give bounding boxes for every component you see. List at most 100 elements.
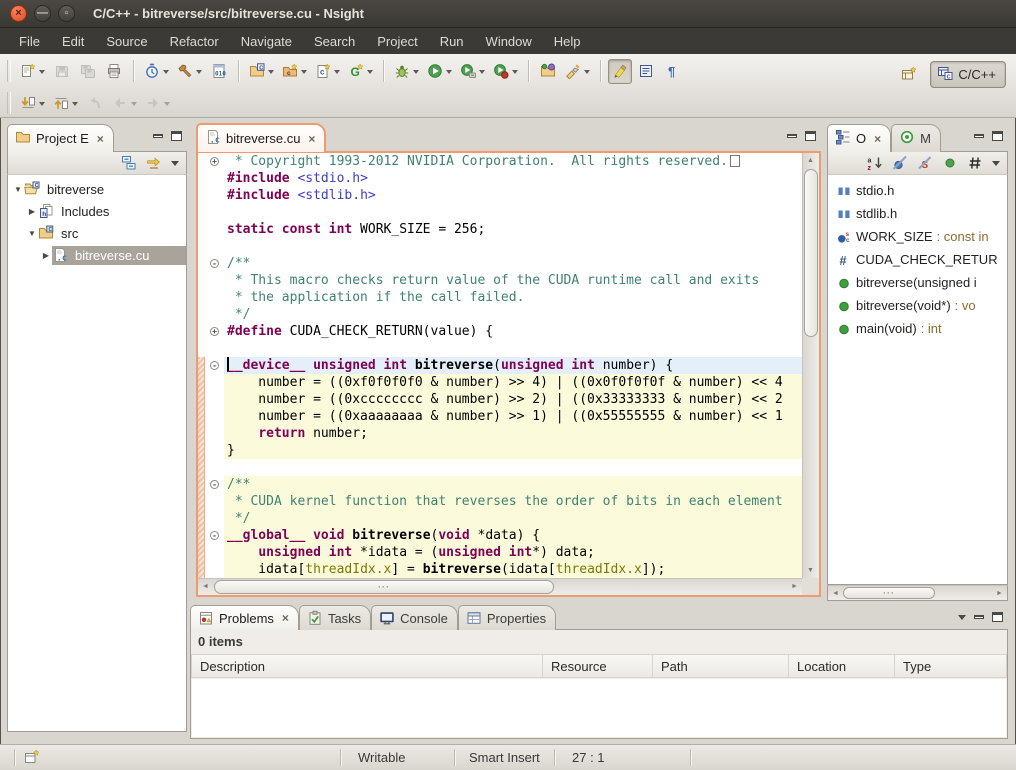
fold-expand-icon[interactable]: + [210,327,219,336]
new-cpp-project-button[interactable]: C [246,59,277,84]
outline-item-stdio-h[interactable]: stdio.h [828,179,1007,202]
minimize-view-button[interactable] [153,134,163,138]
profile-button[interactable] [490,59,521,84]
column-header-resource[interactable]: Resource [543,654,653,678]
fold-collapse-icon[interactable]: - [210,361,219,370]
sort-button[interactable]: az [867,155,883,171]
code-line-12[interactable] [224,340,802,357]
new-source-folder-button[interactable]: c [279,59,310,84]
tree-item-bitreverse[interactable]: ▼Cbitreverse [8,178,186,200]
maximize-view-button[interactable] [992,612,1003,622]
minimize-view-button[interactable] [974,615,984,619]
view-menu-button[interactable] [958,615,966,624]
code-area[interactable]: * Copyright 1993-2012 NVIDIA Corporation… [224,153,802,578]
save-button[interactable] [50,59,74,84]
forward-button[interactable] [142,91,173,116]
fold-expand-icon[interactable]: + [210,157,219,166]
expander-closed-icon[interactable]: ▶ [26,207,38,216]
hide-non-public-button[interactable] [942,155,958,171]
scrollbar-thumb[interactable]: ··· [214,580,554,594]
open-perspective-button[interactable] [897,62,921,87]
fold-collapse-icon[interactable]: - [210,259,219,268]
menu-edit[interactable]: Edit [51,30,95,53]
hide-inactive-button[interactable] [967,155,983,171]
close-icon[interactable]: × [874,133,881,145]
tab-properties[interactable]: Properties [458,605,556,630]
maximize-view-button[interactable] [171,131,182,141]
fold-collapse-icon[interactable]: - [210,480,219,489]
tab-console[interactable]: Console [371,605,458,630]
tab-bitreverse-cu[interactable]: .c bitreverse.cu × [196,123,326,152]
new-connection-button[interactable]: G [345,59,376,84]
next-annotation-button[interactable] [17,91,48,116]
code-line-19[interactable] [224,459,802,476]
column-header-location[interactable]: Location [789,654,895,678]
folded-region-box[interactable] [730,155,740,167]
code-line-20[interactable]: /** [224,476,802,493]
minimize-view-button[interactable] [974,134,984,138]
outline-item-stdlib-h[interactable]: stdlib.h [828,202,1007,225]
code-line-10[interactable]: */ [224,306,802,323]
tree-item-includes[interactable]: ▶hIncludes [8,200,186,222]
code-line-22[interactable]: */ [224,510,802,527]
menu-navigate[interactable]: Navigate [230,30,303,53]
code-line-9[interactable]: * the application if the call failed. [224,289,802,306]
close-icon[interactable]: × [97,133,104,145]
code-line-23[interactable]: __global__ void bitreverse(void *data) { [224,527,802,544]
collapse-all-button[interactable] [121,155,137,171]
scrollbar-thumb[interactable]: ··· [843,587,935,599]
run-button[interactable] [424,59,455,84]
menu-run[interactable]: Run [429,30,475,53]
code-line-5[interactable]: static const int WORK_SIZE = 256; [224,221,802,238]
scroll-down-icon[interactable]: ▼ [803,563,818,578]
code-line-15[interactable]: number = ((0xcccccccc & number) >> 2) | … [224,391,802,408]
scroll-left-icon[interactable]: ◄ [828,586,843,601]
scroll-up-icon[interactable]: ▲ [803,153,818,168]
search-button[interactable] [562,59,593,84]
new-class-button[interactable]: c [312,59,343,84]
fold-collapse-icon[interactable]: - [210,531,219,540]
last-edit-location-button[interactable] [83,91,107,116]
show-whitespace-button[interactable]: ¶ [660,59,684,84]
scrollbar-thumb[interactable] [804,169,818,337]
tab-make-targets[interactable]: M [891,124,941,152]
code-line-8[interactable]: * This macro checks return value of the … [224,272,802,289]
menu-help[interactable]: Help [543,30,592,53]
build-button[interactable] [174,59,205,84]
minimize-editor-button[interactable] [787,134,797,138]
outline-item-main-void-[interactable]: main(void) : int [828,317,1007,340]
code-line-25[interactable]: idata[threadIdx.x] = bitreverse(idata[th… [224,561,802,578]
expander-open-icon[interactable]: ▼ [26,229,38,238]
scroll-left-icon[interactable]: ◄ [198,579,213,594]
menu-project[interactable]: Project [366,30,428,53]
window-maximize-button[interactable]: ▫ [58,5,75,22]
code-line-6[interactable] [224,238,802,255]
column-header-path[interactable]: Path [653,654,789,678]
save-all-button[interactable] [76,59,100,84]
new-button[interactable] [17,59,48,84]
hide-fields-button[interactable] [892,155,908,171]
open-element-button[interactable] [536,59,560,84]
scroll-right-icon[interactable]: ► [992,586,1007,601]
back-button[interactable] [109,91,140,116]
close-icon[interactable]: × [308,133,315,145]
window-close-button[interactable]: × [10,5,27,22]
debug-button[interactable] [391,59,422,84]
code-line-2[interactable]: #include <stdio.h> [224,170,802,187]
menu-window[interactable]: Window [475,30,543,53]
tree-item-bitreverse-cu[interactable]: ▶.cbitreverse.cu [8,244,186,266]
previous-annotation-button[interactable] [50,91,81,116]
window-minimize-button[interactable]: — [34,5,51,22]
menu-search[interactable]: Search [303,30,366,53]
binary-button[interactable]: 010 [207,59,231,84]
expander-closed-icon[interactable]: ▶ [40,251,52,260]
outline-item-bitreverse-unsigned-i[interactable]: bitreverse(unsigned i [828,271,1007,294]
highlight-button[interactable] [608,59,632,84]
column-header-description[interactable]: Description [191,654,543,678]
code-line-24[interactable]: unsigned int *idata = (unsigned int*) da… [224,544,802,561]
code-line-14[interactable]: number = ((0xf0f0f0f0 & number) >> 4) | … [224,374,802,391]
code-editor[interactable]: + - + - - - * Copyright 1993-2012 NVIDIA Corp… [196,151,821,597]
tab-tasks[interactable]: Tasks [299,605,371,630]
code-line-3[interactable]: #include <stdlib.h> [224,187,802,204]
outline-horizontal-scrollbar[interactable]: ◄ ··· ► [827,585,1008,601]
